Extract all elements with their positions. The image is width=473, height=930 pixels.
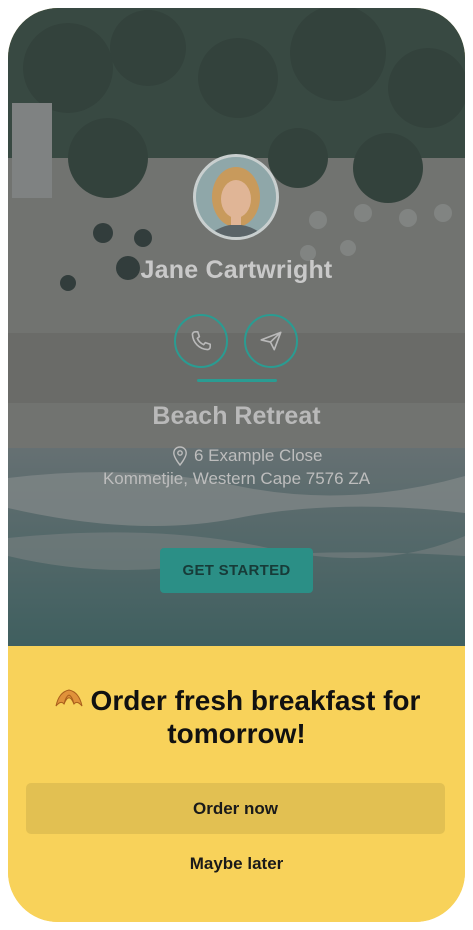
croissant-icon (55, 689, 83, 707)
order-now-button[interactable]: Order now (26, 783, 445, 834)
hero-background: Jane Cartwright Beach Retreat 6 Example … (8, 8, 465, 646)
section-divider (197, 379, 277, 382)
address-line-2: Kommetjie, Western Cape 7576 ZA (102, 469, 371, 488)
promo-title: Order fresh breakfast for tomorrow! (28, 684, 445, 750)
message-button[interactable] (244, 314, 298, 368)
call-button[interactable] (174, 314, 228, 368)
avatar (193, 154, 279, 240)
maybe-later-button[interactable]: Maybe later (8, 854, 465, 874)
phone-icon (191, 330, 212, 351)
phone-frame: Jane Cartwright Beach Retreat 6 Example … (8, 8, 465, 922)
map-pin-icon (173, 446, 187, 466)
promo-title-text: Order fresh breakfast for tomorrow! (90, 685, 421, 749)
contact-name: Jane Cartwright (140, 256, 333, 284)
property-name: Beach Retreat (152, 402, 321, 430)
address-line-1-text: 6 Example Close (194, 446, 323, 465)
breakfast-promo-sheet: Order fresh breakfast for tomorrow! Orde… (8, 646, 465, 922)
avatar-photo (196, 157, 276, 237)
paper-plane-icon (260, 331, 282, 351)
address-line-1: 6 Example Close (172, 446, 323, 466)
get-started-button[interactable]: GET STARTED (160, 548, 313, 593)
